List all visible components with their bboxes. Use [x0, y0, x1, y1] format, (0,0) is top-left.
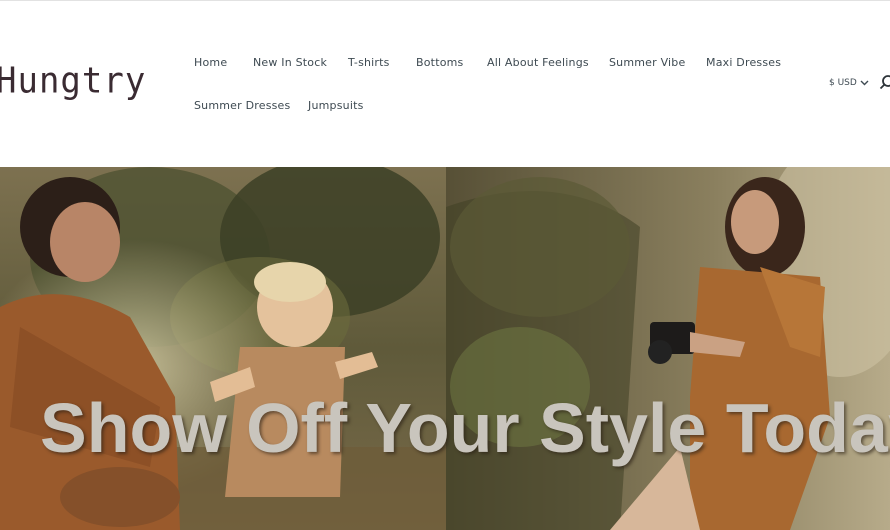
nav-item-summer-dresses[interactable]: Summer Dresses	[194, 99, 290, 112]
nav-item-t-shirts[interactable]: T-shirts	[348, 56, 390, 69]
nav-item-summer-vibe[interactable]: Summer Vibe	[609, 56, 685, 69]
site-header: Hungtry Home New In Stock T-shirts Botto…	[0, 1, 890, 167]
search-icon[interactable]	[879, 74, 890, 90]
nav-item-home[interactable]: Home	[194, 56, 227, 69]
nav-item-maxi-dresses[interactable]: Maxi Dresses	[706, 56, 781, 69]
right-photo-woman-camera	[446, 167, 890, 530]
hero-headline: Show Off Your Style Today!	[40, 389, 890, 467]
nav-item-bottoms[interactable]: Bottoms	[416, 56, 463, 69]
hero-banner[interactable]: Show Off Your Style Today!	[0, 167, 890, 530]
currency-selector[interactable]: $ USD	[829, 78, 869, 88]
hero-photo-collage	[0, 167, 890, 530]
chevron-down-icon	[860, 80, 869, 86]
nav-item-all-about-feelings[interactable]: All About Feelings	[487, 56, 589, 69]
nav-item-new-in-stock[interactable]: New In Stock	[253, 56, 327, 69]
brand-logo[interactable]: Hungtry	[0, 60, 146, 102]
left-photo-mother-child	[0, 167, 446, 530]
currency-label: $ USD	[829, 78, 857, 88]
nav-item-jumpsuits[interactable]: Jumpsuits	[308, 99, 364, 112]
